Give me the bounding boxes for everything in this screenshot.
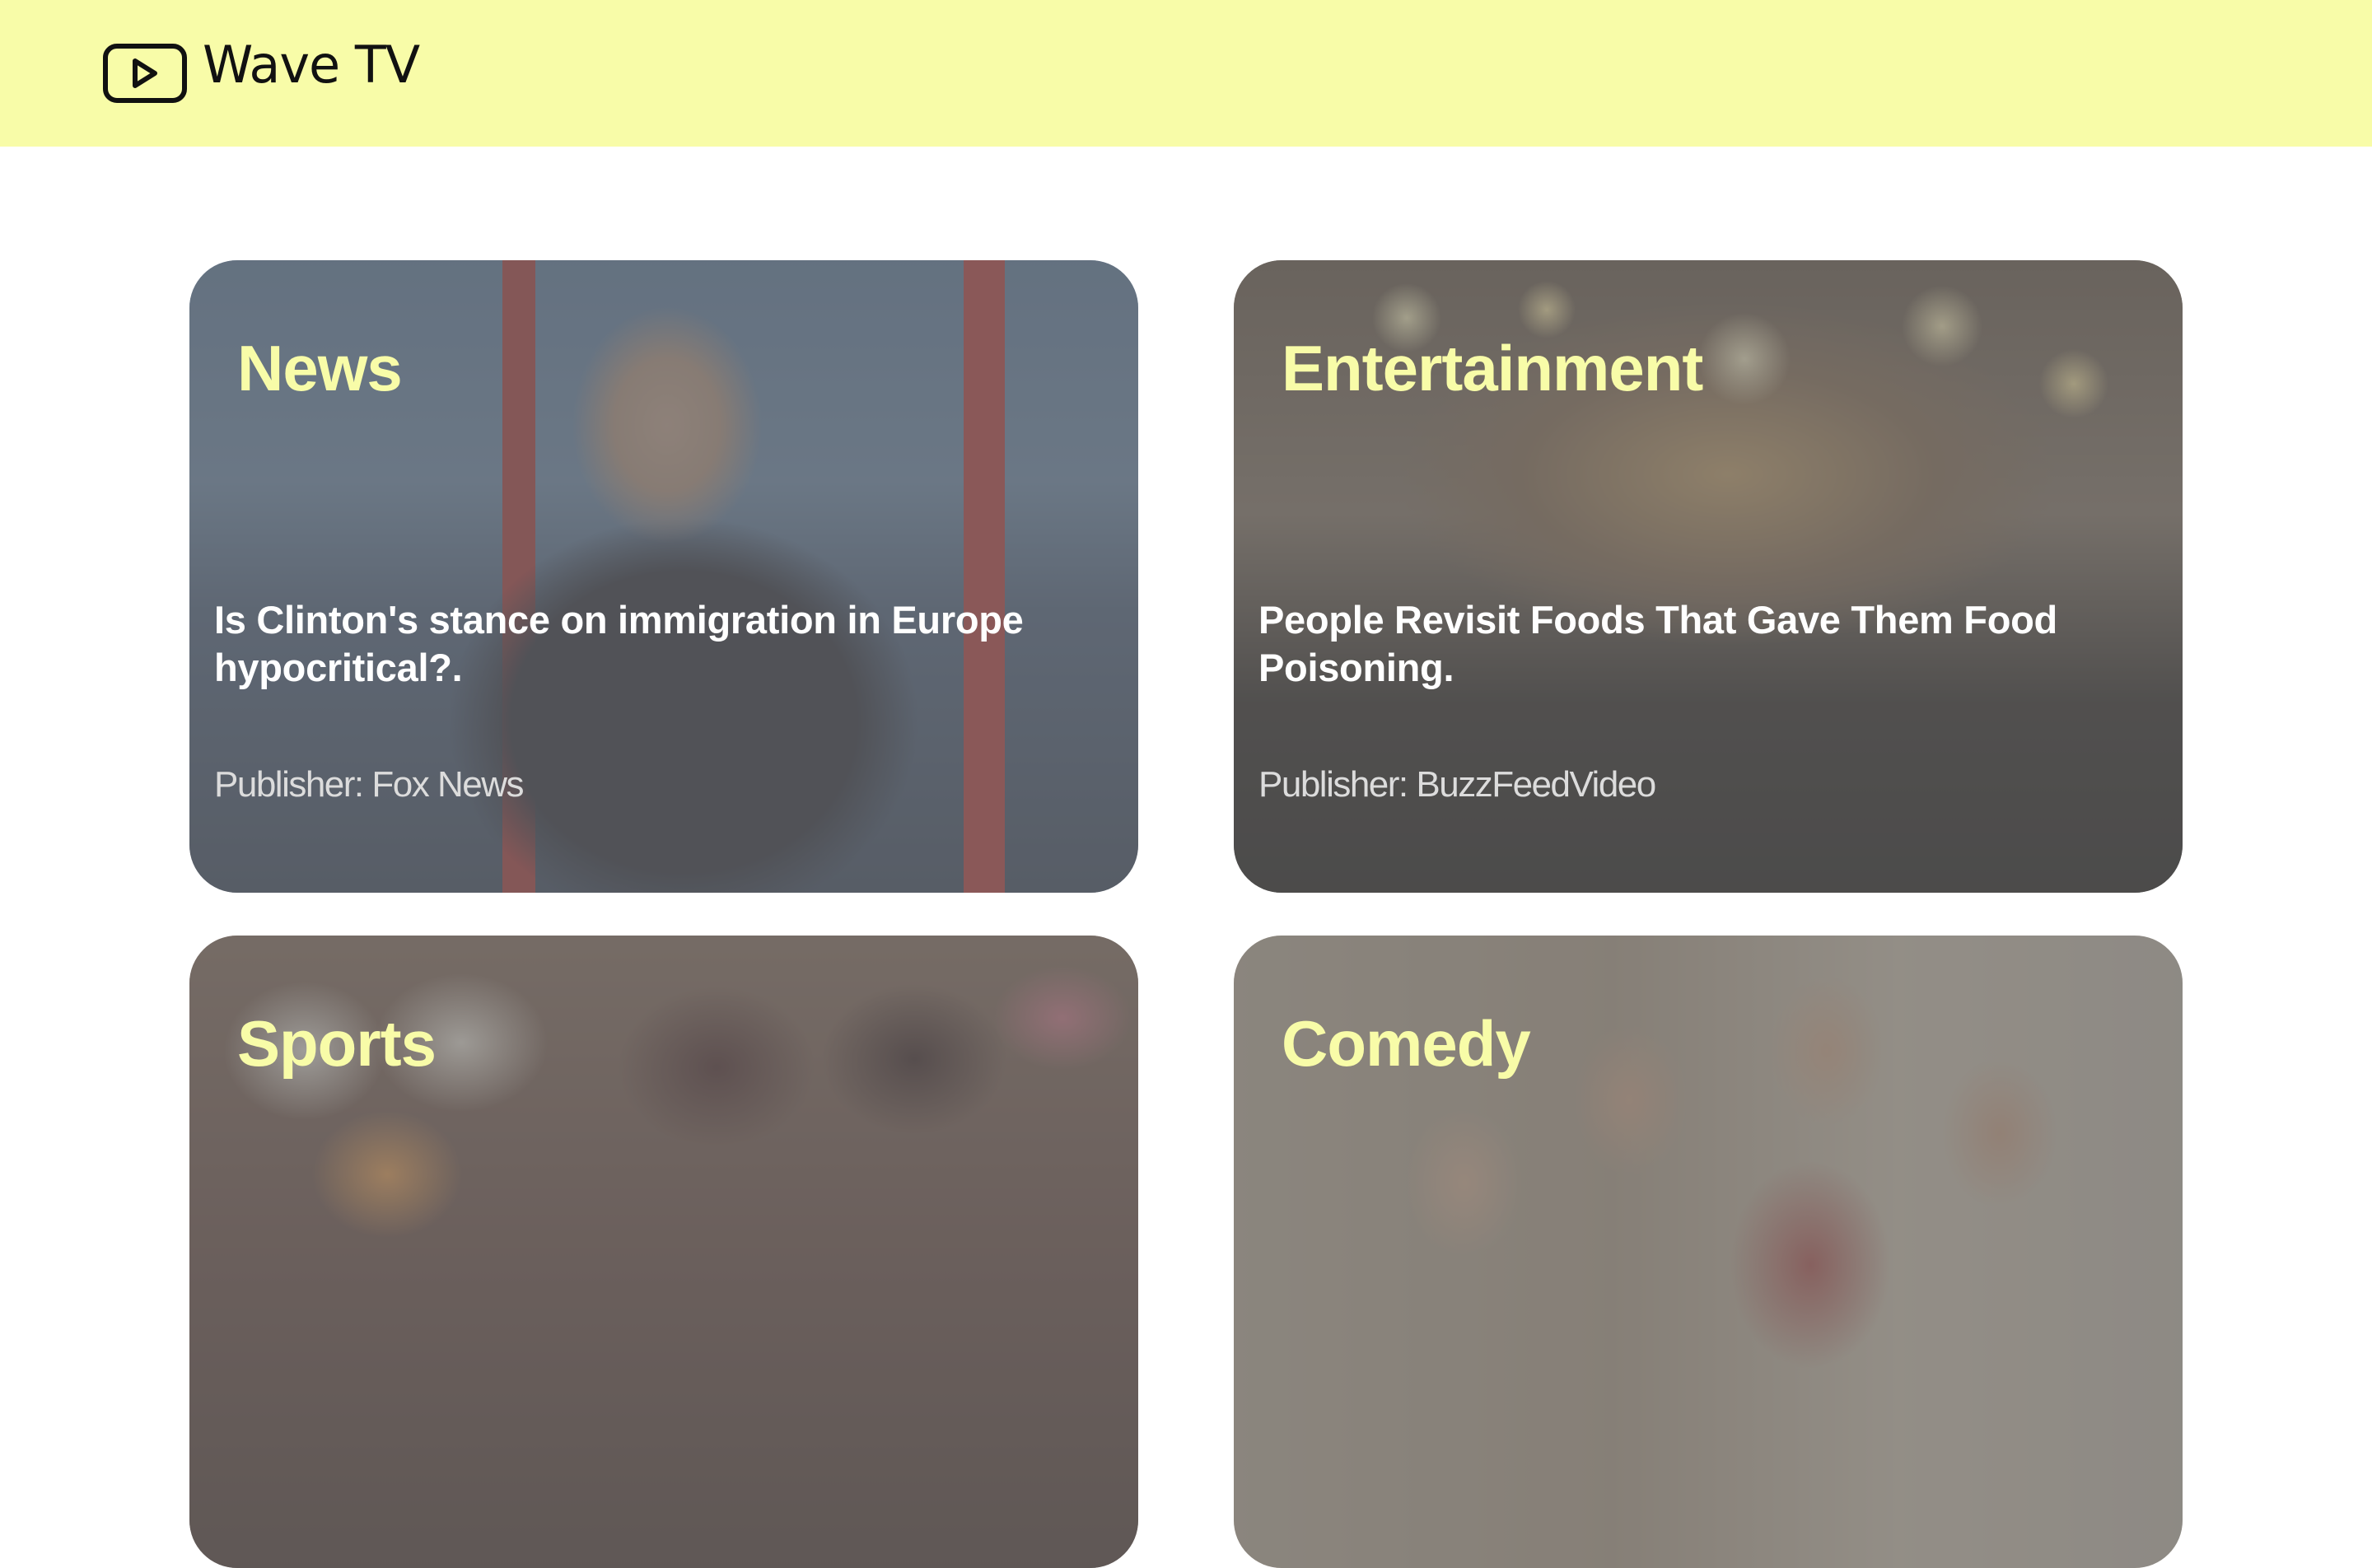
category-card-comedy[interactable]: Comedy xyxy=(1234,936,2183,1568)
publisher-label: Publisher: BuzzFeedVideo xyxy=(1258,764,1656,805)
publisher-label: Publisher: Fox News xyxy=(214,764,524,805)
category-grid: News Is Clinton's stance on immigration … xyxy=(0,0,2372,1568)
category-title: News xyxy=(237,332,403,404)
category-card-entertainment[interactable]: Entertainment People Revisit Foods That … xyxy=(1234,260,2183,893)
category-title: Comedy xyxy=(1282,1007,1531,1080)
category-card-sports[interactable]: Sports xyxy=(189,936,1138,1568)
category-title: Entertainment xyxy=(1282,332,1703,404)
video-headline[interactable]: People Revisit Foods That Gave Them Food… xyxy=(1258,596,2115,692)
category-title: Sports xyxy=(237,1007,437,1080)
video-headline[interactable]: Is Clinton's stance on immigration in Eu… xyxy=(214,596,1071,692)
category-card-news[interactable]: News Is Clinton's stance on immigration … xyxy=(189,260,1138,893)
